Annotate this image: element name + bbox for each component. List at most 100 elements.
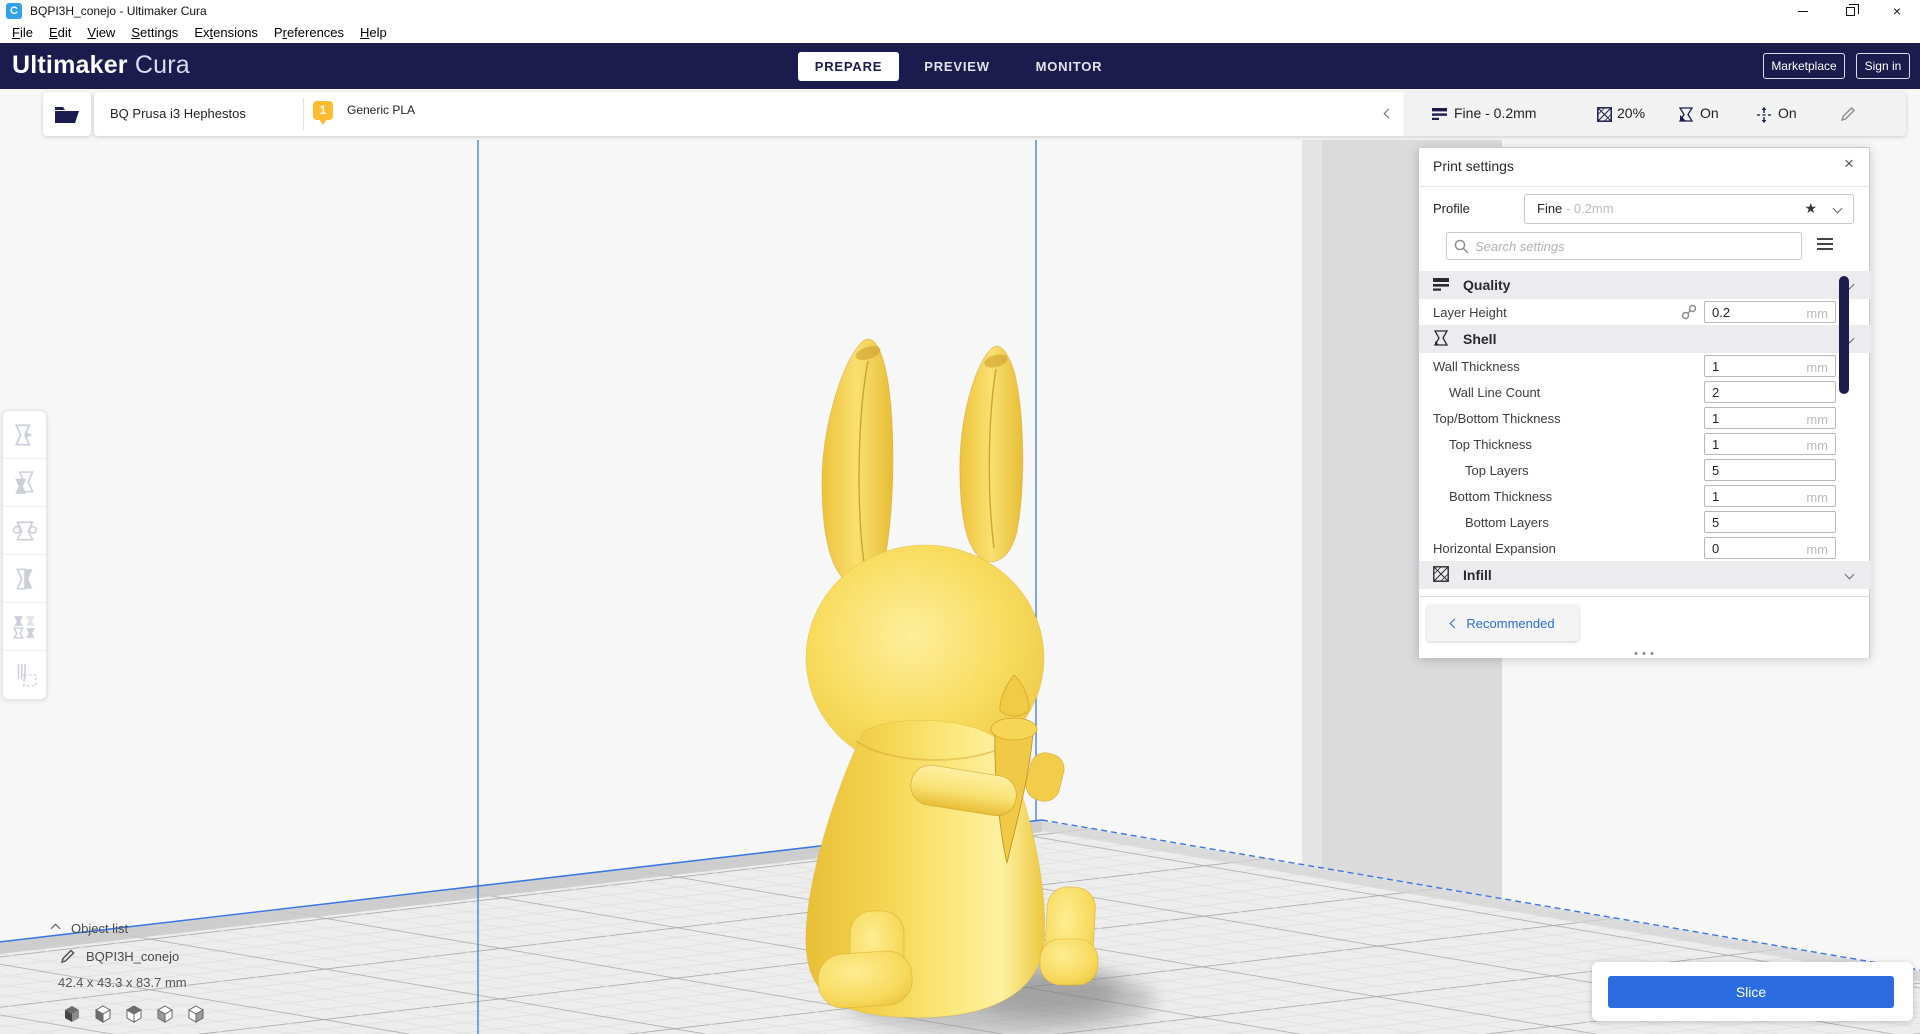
section-label: Shell: [1463, 331, 1497, 347]
profile-dropdown[interactable]: Fine - 0.2mm ★: [1524, 194, 1854, 224]
panel-drag-handle[interactable]: [1634, 652, 1654, 655]
view-front-button[interactable]: [93, 1004, 112, 1023]
menu-edit[interactable]: Edit: [41, 22, 79, 43]
panel-close-button[interactable]: ×: [1839, 154, 1859, 174]
action-panel: Slice: [1592, 962, 1913, 1021]
setting-input[interactable]: mm: [1704, 355, 1836, 377]
object-list-toggle[interactable]: Object list: [50, 921, 129, 936]
setting-row-bottom-layers: Bottom Layers: [1419, 509, 1871, 535]
star-icon[interactable]: ★: [1804, 200, 1817, 217]
print-settings-panel: Print settings × Profile Fine - 0.2mm ★ …: [1418, 147, 1871, 658]
extruder-badge: 1: [313, 101, 333, 125]
menu-help[interactable]: Help: [352, 22, 395, 43]
open-file-button[interactable]: [43, 92, 91, 136]
menu-view[interactable]: View: [79, 22, 123, 43]
profile-suffix: - 0.2mm: [1562, 201, 1614, 216]
panel-footer: Recommended: [1419, 596, 1869, 658]
menu-preferences[interactable]: Preferences: [266, 22, 352, 43]
chevron-down-icon: [1844, 569, 1855, 580]
rotate-tool-button[interactable]: [3, 507, 46, 555]
slice-button[interactable]: Slice: [1608, 976, 1894, 1008]
setting-label: Bottom Layers: [1465, 515, 1549, 530]
view-3d-button[interactable]: [62, 1004, 81, 1023]
link-icon[interactable]: [1681, 304, 1697, 320]
setting-label: Wall Thickness: [1433, 359, 1520, 374]
pencil-icon[interactable]: [1840, 106, 1856, 122]
menu-extensions[interactable]: Extensions: [186, 22, 266, 43]
cube-3d-icon: [64, 1005, 79, 1022]
object-list-item[interactable]: BQPI3H_conejo: [60, 948, 179, 964]
setting-label: Top Layers: [1465, 463, 1529, 478]
setting-label: Top/Bottom Thickness: [1433, 411, 1561, 426]
menu-file[interactable]: File: [4, 22, 41, 43]
summary-adhesion: On: [1778, 105, 1797, 121]
setting-input[interactable]: mm: [1704, 301, 1836, 323]
setting-row-horizontal-expansion: Horizontal Expansion mm: [1419, 535, 1871, 561]
window-title: BQPI3H_conejo - Ultimaker Cura: [30, 4, 207, 18]
rotate-icon: [12, 521, 37, 540]
setting-input[interactable]: [1704, 511, 1836, 533]
summary-profile: Fine - 0.2mm: [1454, 105, 1537, 121]
model-dimensions: 42.4 x 43.3 x 83.7 mm: [58, 975, 187, 990]
material-name: Generic PLA: [347, 103, 416, 117]
tool-column: [2, 410, 47, 700]
infill-icon: [1597, 107, 1612, 122]
tab-monitor[interactable]: MONITOR: [1022, 52, 1116, 81]
minimize-icon: [1798, 10, 1808, 12]
title-bar: C BQPI3H_conejo - Ultimaker Cura ×: [0, 0, 1920, 22]
support-icon: [1678, 107, 1694, 122]
recommended-button[interactable]: Recommended: [1427, 605, 1579, 641]
view-left-button[interactable]: [155, 1004, 174, 1023]
per-model-settings-button[interactable]: [3, 603, 46, 651]
setting-row-top-bottom-thickness: Top/Bottom Thickness mm: [1419, 405, 1871, 431]
setting-input[interactable]: mm: [1704, 407, 1836, 429]
menu-settings[interactable]: Settings: [123, 22, 186, 43]
setting-input[interactable]: mm: [1704, 537, 1836, 559]
chevron-left-icon[interactable]: [1383, 108, 1394, 119]
cube-left-icon: [156, 1004, 173, 1023]
setting-row-layer-height: Layer Height mm: [1419, 299, 1871, 325]
setting-label: Top Thickness: [1449, 437, 1532, 452]
object-list-label: Object list: [71, 921, 129, 936]
view-orientation-bar: [62, 1004, 205, 1023]
cura-app-icon: C: [6, 3, 22, 19]
sign-in-button[interactable]: Sign in: [1856, 53, 1910, 79]
summary-infill: 20%: [1617, 105, 1646, 121]
settings-scrollbar[interactable]: [1839, 276, 1849, 394]
setting-label: Bottom Thickness: [1449, 489, 1553, 504]
setting-row-bottom-thickness: Bottom Thickness mm: [1419, 483, 1871, 509]
recommended-label: Recommended: [1466, 615, 1555, 631]
model-rabbit[interactable]: [798, 333, 1108, 1033]
search-input[interactable]: [1475, 236, 1795, 256]
mirror-tool-button[interactable]: [3, 555, 46, 603]
marketplace-button[interactable]: Marketplace: [1763, 53, 1845, 79]
panel-title: Print settings: [1433, 158, 1514, 174]
cube-top-icon: [125, 1004, 142, 1023]
setting-input[interactable]: [1704, 381, 1836, 403]
settings-search[interactable]: [1446, 232, 1802, 260]
object-name: BQPI3H_conejo: [86, 948, 180, 964]
support-blocker-button[interactable]: [3, 651, 46, 699]
scale-tool-button[interactable]: [3, 459, 46, 507]
settings-section-shell[interactable]: Shell: [1419, 325, 1871, 353]
setting-input[interactable]: mm: [1704, 485, 1836, 507]
scale-icon: [14, 470, 34, 494]
restore-button[interactable]: [1827, 0, 1873, 22]
settings-section-quality[interactable]: Quality: [1419, 271, 1871, 299]
view-right-button[interactable]: [186, 1004, 205, 1023]
print-settings-summary[interactable]: Fine - 0.2mm 20% On On: [1406, 92, 1906, 136]
mirror-icon: [15, 567, 33, 590]
close-icon: ×: [1892, 3, 1902, 19]
setting-input[interactable]: [1704, 459, 1836, 481]
settings-section-infill[interactable]: Infill: [1419, 561, 1871, 589]
view-top-button[interactable]: [124, 1004, 143, 1023]
minimize-button[interactable]: [1780, 0, 1826, 22]
settings-menu-icon[interactable]: [1817, 238, 1833, 252]
divider: [1419, 186, 1869, 187]
tab-prepare[interactable]: PREPARE: [798, 52, 899, 81]
move-tool-button[interactable]: [3, 411, 46, 459]
tab-preview[interactable]: PREVIEW: [911, 52, 1003, 81]
setting-input[interactable]: mm: [1704, 433, 1836, 455]
folder-icon: [55, 107, 79, 123]
close-button[interactable]: ×: [1874, 0, 1920, 22]
